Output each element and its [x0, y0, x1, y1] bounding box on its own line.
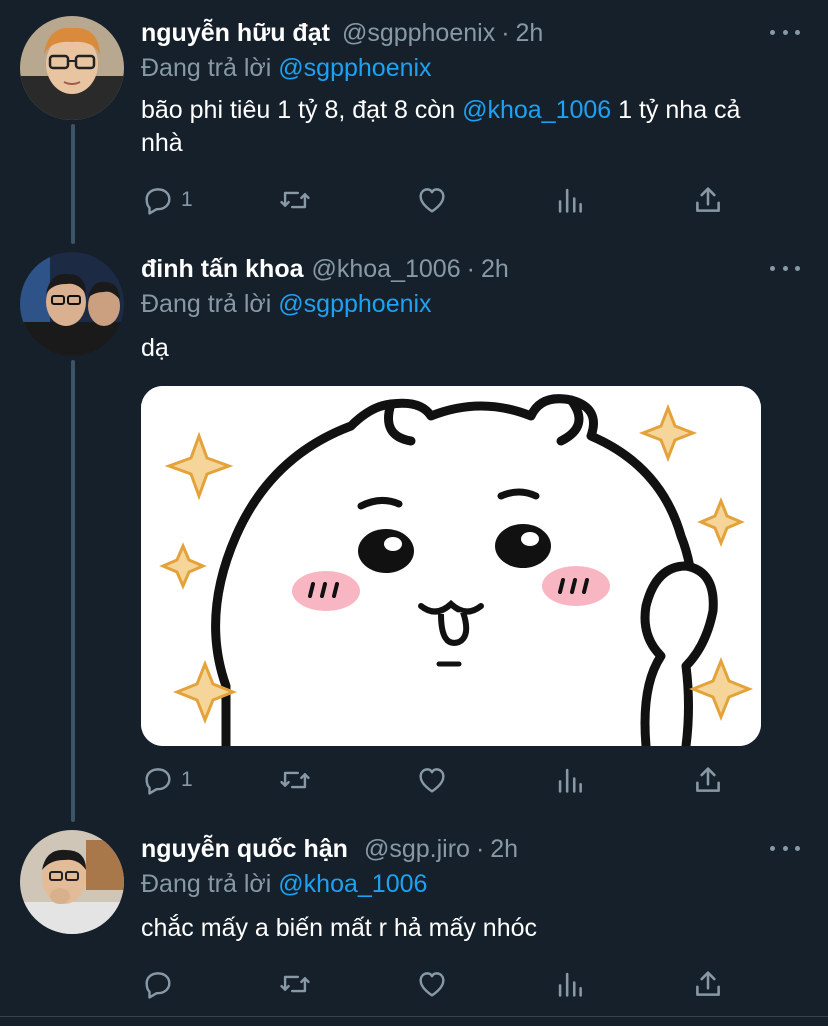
action-bar: 1 — [141, 182, 741, 218]
sticker-image[interactable] — [141, 386, 761, 746]
author-name[interactable]: đinh tấn khoa — [141, 255, 304, 284]
reply-context: Đang trả lời @khoa_1006 — [141, 870, 427, 899]
retweet-icon — [280, 771, 310, 789]
avatar[interactable] — [20, 830, 124, 934]
more-icon[interactable] — [770, 22, 800, 42]
avatar[interactable] — [20, 16, 124, 120]
tweet-text-part: bão phi tiêu 1 tỷ 8, đạt 8 còn — [141, 96, 456, 124]
action-bar: 1 — [141, 762, 741, 798]
like-button[interactable] — [415, 762, 449, 798]
more-icon[interactable] — [770, 258, 800, 278]
tweet[interactable]: nguyễn hữu đạt @sgpphoenix · 2h Đang trả… — [0, 0, 828, 236]
analytics-icon — [558, 188, 582, 213]
share-icon — [696, 767, 720, 792]
tweet[interactable]: đinh tấn khoa @khoa_1006 · 2h Đang trả l… — [0, 236, 828, 818]
separator: · — [501, 18, 510, 47]
reply-count: 1 — [181, 768, 193, 791]
share-button[interactable] — [691, 182, 725, 218]
more-icon[interactable] — [770, 838, 800, 858]
reply-prefix: Đang trả lời — [141, 870, 272, 898]
reply-context: Đang trả lời @sgpphoenix — [141, 290, 432, 319]
author-handle[interactable]: @sgpphoenix — [342, 19, 495, 48]
author-handle[interactable]: @khoa_1006 — [312, 255, 461, 284]
like-button[interactable] — [415, 966, 449, 1002]
reply-mention[interactable]: @sgpphoenix — [278, 54, 431, 82]
reply-mention[interactable]: @khoa_1006 — [278, 870, 427, 898]
divider — [0, 1016, 828, 1017]
share-icon — [696, 971, 720, 996]
tweet-text: bão phi tiêu 1 tỷ 8, đạt 8 còn @khoa_100… — [141, 94, 788, 160]
analytics-icon — [558, 972, 582, 997]
timestamp[interactable]: 2h — [481, 255, 509, 284]
author-handle[interactable]: @sgp.jiro — [364, 835, 470, 864]
tweet-header: nguyễn quốc hận @sgp.jiro · 2h — [141, 834, 518, 864]
reply-button[interactable]: 1 — [141, 762, 193, 798]
author-name[interactable]: nguyễn quốc hận — [141, 835, 348, 864]
tweet-text: dạ — [141, 334, 169, 362]
retweet-button[interactable] — [277, 762, 313, 798]
analytics-button[interactable] — [553, 182, 587, 218]
retweet-icon — [280, 975, 310, 993]
retweet-button[interactable] — [277, 182, 313, 218]
text-mention[interactable]: @khoa_1006 — [462, 96, 611, 124]
tweet[interactable]: nguyễn quốc hận @sgp.jiro · 2h Đang trả … — [0, 816, 828, 1016]
analytics-button[interactable] — [553, 762, 587, 798]
reply-button[interactable] — [141, 966, 181, 1002]
action-bar — [141, 966, 741, 1002]
like-icon — [419, 768, 445, 793]
separator: · — [475, 834, 485, 863]
tweet-header: nguyễn hữu đạt @sgpphoenix · 2h — [141, 18, 543, 48]
reply-count: 1 — [181, 188, 193, 211]
author-name[interactable]: nguyễn hữu đạt — [141, 19, 330, 48]
analytics-button[interactable] — [553, 966, 587, 1002]
reply-prefix: Đang trả lời — [141, 290, 272, 318]
reply-context: Đang trả lời @sgpphoenix — [141, 54, 432, 83]
like-button[interactable] — [415, 182, 449, 218]
timestamp[interactable]: 2h — [516, 19, 544, 48]
retweet-icon — [280, 191, 310, 209]
timestamp[interactable]: 2h — [490, 835, 518, 864]
tweet-text: chắc mấy a biến mất r hả mấy nhóc — [141, 914, 538, 942]
separator: · — [466, 254, 475, 283]
reply-prefix: Đang trả lời — [141, 54, 272, 82]
like-icon — [419, 188, 445, 213]
share-button[interactable] — [691, 762, 725, 798]
reply-icon — [145, 768, 171, 795]
reply-icon — [145, 972, 171, 999]
share-icon — [696, 187, 720, 212]
share-button[interactable] — [691, 966, 725, 1002]
retweet-button[interactable] — [277, 966, 313, 1002]
avatar[interactable] — [20, 252, 124, 356]
tweet-header: đinh tấn khoa @khoa_1006 · 2h — [141, 254, 509, 284]
reply-mention[interactable]: @sgpphoenix — [278, 290, 431, 318]
like-icon — [419, 972, 445, 997]
reply-icon — [145, 188, 171, 215]
reply-button[interactable]: 1 — [141, 182, 193, 218]
analytics-icon — [558, 768, 582, 793]
